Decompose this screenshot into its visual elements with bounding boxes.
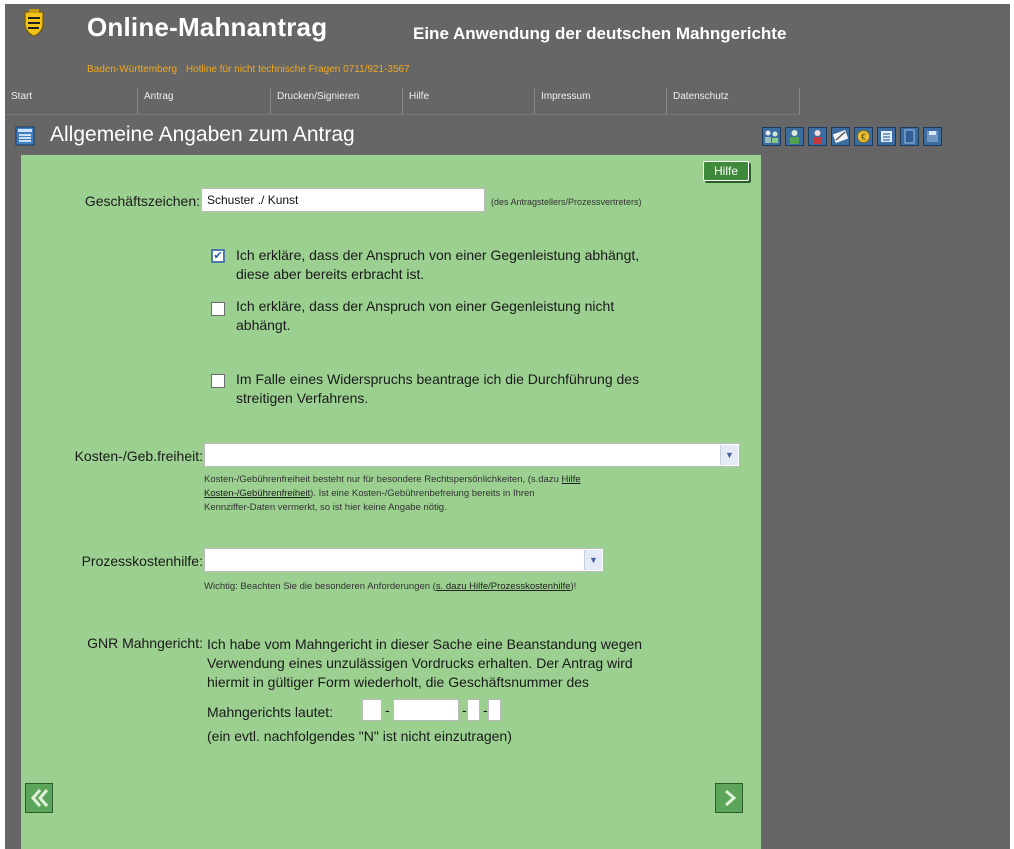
checkbox-no-counterperformance-label: Ich erkläre, dass der Anspruch von einer… [236,297,614,335]
main-nav: Start Antrag Drucken/Signieren Hilfe Imp… [5,88,1010,117]
nav-item-impressum[interactable]: Impressum [535,88,667,115]
hint-text: )! [570,581,577,592]
gnr-separator: - [483,702,488,718]
nav-item-hilfe[interactable]: Hilfe [403,88,535,115]
gnr-label: GNR Mahngericht: [87,635,203,651]
label-line: diese aber bereits erbracht ist. [236,266,425,282]
checkbox-contested-proceedings-label: Im Falle eines Widerspruchs beantrage ic… [236,370,639,408]
person-green-icon[interactable] [785,127,804,146]
page-title: Allgemeine Angaben zum Antrag [50,123,355,146]
state-name: Baden-Württemberg [87,64,178,75]
legal-aid-select[interactable]: ▼ [204,548,604,572]
person-red-icon[interactable] [808,127,827,146]
hotline-text: Hotline für nicht technische Fragen 0711… [185,64,410,75]
checkbox-contested-proceedings[interactable] [211,374,225,388]
reference-label: Geschäftszeichen: [84,193,200,209]
persons-icon[interactable] [762,127,781,146]
help-link[interactable]: Hilfe [562,474,581,485]
gnr-separator: - [385,702,390,718]
gnr-text-line: Ich habe vom Mahngericht in dieser Sache… [207,636,643,652]
hint-text: Wichtig: Beachten Sie die besonderen Anf… [204,581,436,592]
gnr-text-line: Verwendung eines unzulässigen Vordrucks … [207,655,633,671]
gnr-text: Ich habe vom Mahngericht in dieser Sache… [207,635,642,692]
legal-aid-label: Prozesskostenhilfe: [81,553,203,569]
cost-exemption-select[interactable]: ▼ [204,443,740,467]
rewind-icon[interactable] [25,783,53,813]
state-hotline-line: Baden-Württemberg Hotline für nicht tech… [87,64,416,75]
app-subtitle: Eine Anwendung der deutschen Mahngericht… [413,24,787,43]
forward-icon[interactable] [715,783,743,813]
app-title: Online-Mahnantrag [87,12,328,42]
chevron-down-icon: ▼ [584,550,602,570]
svg-text:€: € [861,132,866,142]
list-icon[interactable] [877,127,896,146]
legal-aid-help-link[interactable]: s. dazu Hilfe/Prozesskostenhilfe [436,581,571,592]
gnr-note: (ein evtl. nachfolgendes "N" ist nicht e… [207,728,512,744]
label-line: abhängt. [236,317,291,333]
cost-exemption-hint: Kosten-/Gebührenfreiheit besteht nur für… [204,473,764,515]
checkbox-counterperformance-rendered-label: Ich erkläre, dass der Anspruch von einer… [236,246,639,284]
toolbar: € [762,127,946,147]
money-icon[interactable]: € [854,127,873,146]
chevron-down-icon: ▼ [720,445,738,465]
save-icon[interactable] [923,127,942,146]
gnr-part-3-input[interactable] [467,699,480,721]
legal-aid-hint: Wichtig: Beachten Sie die besonderen Anf… [204,580,764,594]
checkbox-no-counterperformance[interactable] [211,302,225,316]
gnr-number-label: Mahngerichts lautet: [207,704,334,720]
label-line: streitigen Verfahrens. [236,390,369,406]
label-line: Ich erkläre, dass der Anspruch von einer… [236,298,615,314]
hint-text: Kennziffer-Daten vermerkt, so ist hier k… [204,502,447,513]
form-list-icon [15,126,35,146]
gnr-text-line: hiermit in gültiger Form wiederholt, die… [207,674,590,690]
gnr-separator: - [462,702,467,718]
header: Online-Mahnantrag Eine Anwendung der deu… [5,4,1010,88]
gnr-part-2-input[interactable] [393,699,459,721]
label-line: Im Falle eines Widerspruchs beantrage ic… [236,371,640,387]
nav-item-start[interactable]: Start [5,88,138,115]
help-button[interactable]: Hilfe [703,161,749,181]
reference-input[interactable] [201,188,485,212]
hint-text: ). Ist eine Kosten-/Gebührenbefreiung be… [310,488,535,499]
hint-text: Kosten-/Gebührenfreiheit besteht nur für… [204,474,559,485]
nav-item-drucken-signieren[interactable]: Drucken/Signieren [271,88,403,115]
page-icon[interactable] [900,127,919,146]
coat-of-arms-icon [24,9,44,37]
label-line: Ich erkläre, dass der Anspruch von einer… [236,247,640,263]
nav-item-datenschutz[interactable]: Datenschutz [667,88,800,115]
cost-exemption-label: Kosten-/Geb.freiheit: [74,448,203,464]
edit-document-icon[interactable] [831,127,850,146]
page-heading-bar: Allgemeine Angaben zum Antrag € [5,121,1010,153]
checkbox-counterperformance-rendered[interactable]: ✔ [211,249,225,263]
gnr-part-1-input[interactable] [362,699,382,721]
app-window: Online-Mahnantrag Eine Anwendung der deu… [5,4,1010,849]
reference-hint: (des Antragstellers/Prozessvertreters) [491,197,642,207]
nav-item-antrag[interactable]: Antrag [138,88,271,115]
gnr-part-4-input[interactable] [488,699,501,721]
cost-exemption-help-link[interactable]: Kosten-/Gebührenfreiheit [204,488,310,499]
